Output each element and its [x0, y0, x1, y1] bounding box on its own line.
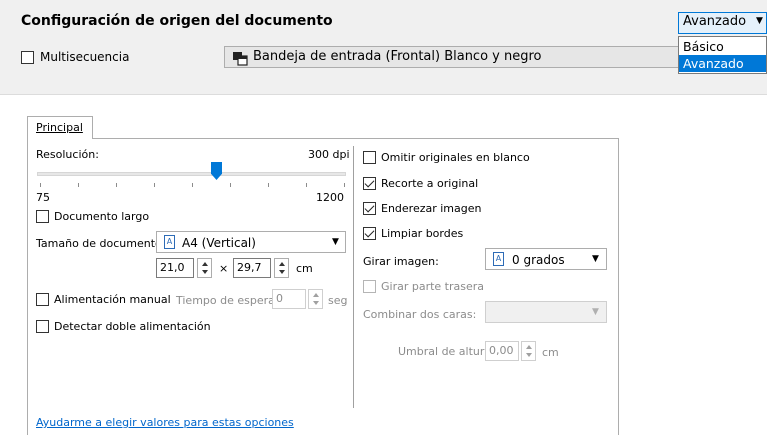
mode-dropdown-list: Básico Avanzado [678, 36, 767, 74]
timeout-input[interactable]: 0 [272, 289, 306, 309]
page-portrait-icon: A [493, 252, 504, 266]
deskew-label[interactable]: Enderezar imagen [381, 202, 482, 215]
height-threshold-label: Umbral de altura: [398, 345, 495, 358]
page-portrait-icon: A [164, 235, 175, 249]
rotate-back-checkbox[interactable] [363, 280, 376, 293]
manual-feed-checkbox[interactable] [36, 293, 49, 306]
timeout-unit: seg [328, 294, 348, 307]
rotate-value: 0 grados [512, 253, 565, 267]
section-title: Configuración de origen del documento [21, 13, 333, 29]
document-height-input[interactable]: 29,7 [233, 258, 271, 278]
rotate-back-label: Girar parte trasera [381, 280, 485, 293]
height-threshold-input[interactable]: 0,00 [485, 341, 519, 361]
merge-dropdown[interactable] [485, 301, 607, 323]
chevron-down-icon[interactable]: ▼ [592, 307, 599, 317]
document-width-spinner[interactable] [197, 258, 212, 278]
slider-tick [344, 183, 345, 187]
document-size-unit: cm [296, 262, 313, 275]
crop-label[interactable]: Recorte a original [381, 177, 478, 190]
skip-blank-checkbox[interactable] [363, 151, 376, 164]
column-divider [353, 146, 354, 408]
slider-tick [230, 183, 231, 187]
manual-feed-label[interactable]: Alimentación manual [54, 293, 171, 306]
chevron-down-icon[interactable]: ▼ [756, 16, 763, 26]
resolution-slider-track[interactable] [37, 172, 346, 176]
resolution-value: 300 dpi [308, 148, 350, 161]
document-size-label: Tamaño de documento: [36, 237, 166, 250]
tab-principal-label: Principal [36, 121, 83, 134]
deskew-checkbox[interactable] [363, 202, 376, 215]
resolution-label: Resolución: [36, 148, 99, 161]
timeout-spinner[interactable] [308, 289, 323, 309]
merge-label: Combinar dos caras: [363, 308, 477, 321]
document-height-spinner[interactable] [274, 258, 289, 278]
slider-tick [306, 183, 307, 187]
mode-option-basic[interactable]: Básico [679, 38, 766, 55]
slider-tick [192, 183, 193, 187]
skip-blank-label[interactable]: Omitir originales en blanco [381, 151, 530, 164]
height-threshold-unit: cm [542, 346, 559, 359]
long-document-label[interactable]: Documento largo [54, 210, 149, 223]
mode-dropdown-value: Avanzado [683, 14, 747, 29]
multisequence-label[interactable]: Multisecuencia [40, 50, 129, 64]
document-width-input[interactable]: 21,0 [156, 258, 194, 278]
resolution-max: 1200 [316, 191, 344, 204]
chevron-down-icon[interactable]: ▼ [592, 254, 599, 264]
slider-tick [40, 183, 41, 187]
resolution-min: 75 [36, 191, 50, 204]
crop-checkbox[interactable] [363, 177, 376, 190]
long-document-checkbox[interactable] [36, 210, 49, 223]
document-size-value: A4 (Vertical) [182, 236, 256, 250]
slider-tick [116, 183, 117, 187]
scanner-tray-icon [232, 50, 248, 69]
slider-tick [78, 183, 79, 187]
mode-option-advanced[interactable]: Avanzado [679, 55, 766, 72]
edge-clean-label[interactable]: Limpiar bordes [381, 227, 463, 240]
slider-tick [154, 183, 155, 187]
timeout-label: Tiempo de espera: [176, 294, 279, 307]
height-threshold-spinner[interactable] [521, 341, 536, 361]
rotate-label: Girar imagen: [363, 255, 439, 268]
edge-clean-checkbox[interactable] [363, 227, 376, 240]
double-feed-label[interactable]: Detectar doble alimentación [54, 320, 211, 333]
help-link[interactable]: Ayudarme a elegir valores para estas opc… [36, 416, 294, 429]
times-sign: × [219, 262, 229, 275]
double-feed-checkbox[interactable] [36, 320, 49, 333]
input-tray-label: Bandeja de entrada (Frontal) Blanco y ne… [253, 49, 542, 64]
slider-tick [268, 183, 269, 187]
multisequence-checkbox[interactable] [21, 51, 34, 64]
chevron-down-icon[interactable]: ▼ [332, 237, 339, 247]
